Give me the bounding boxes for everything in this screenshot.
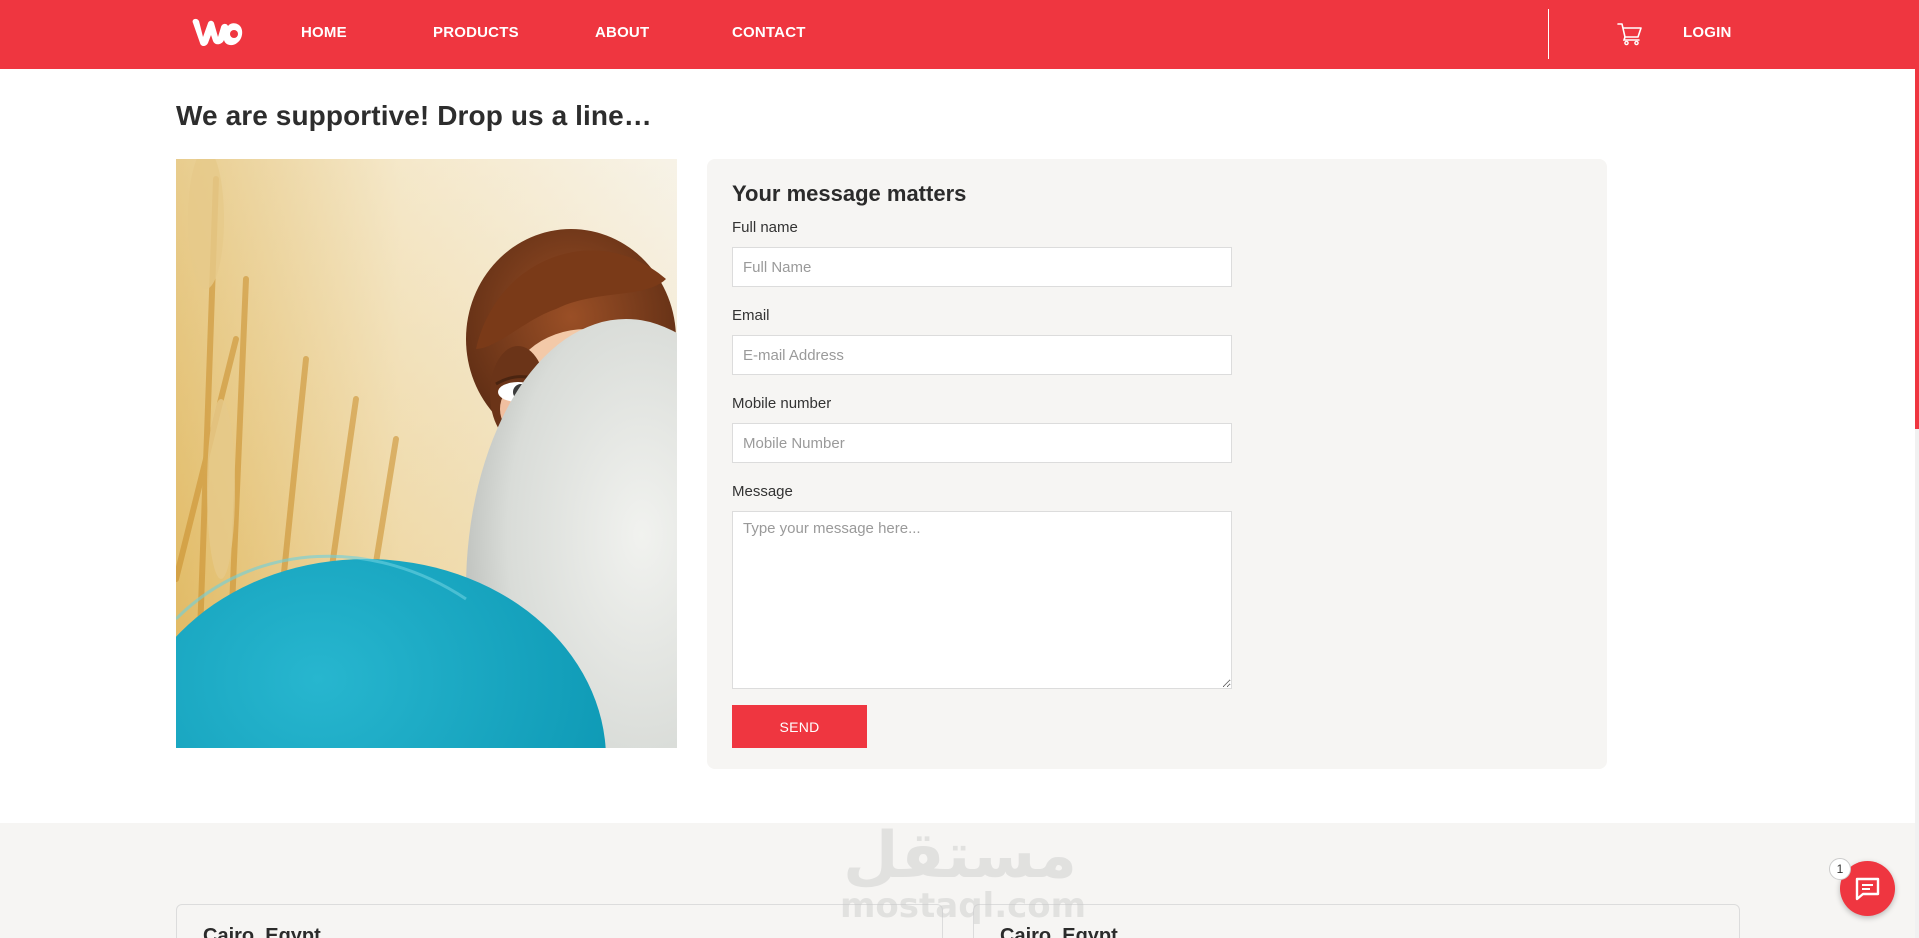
nav-products[interactable]: PRODUCTS: [433, 24, 519, 41]
scrollbar-thumb[interactable]: [1915, 69, 1919, 429]
location-title: Cairo, Egypt: [203, 925, 321, 938]
chat-icon: [1855, 877, 1880, 901]
watermark-arabic: مستقل: [842, 819, 1078, 893]
login-link[interactable]: LOGIN: [1683, 24, 1732, 41]
navbar: HOME PRODUCTS ABOUT CONTACT LOGIN: [0, 0, 1919, 69]
chat-badge: 1: [1829, 858, 1851, 880]
message-textarea[interactable]: [732, 511, 1232, 689]
nav-divider: [1548, 9, 1549, 59]
full-name-label: Full name: [732, 219, 798, 236]
cart-icon[interactable]: [1617, 22, 1643, 46]
full-name-input[interactable]: [732, 247, 1232, 287]
nav-about[interactable]: ABOUT: [595, 24, 649, 41]
contact-photo: [176, 159, 677, 748]
email-label: Email: [732, 307, 770, 324]
contact-form-card: Your message matters Full name Email Mob…: [707, 159, 1607, 769]
email-input[interactable]: [732, 335, 1232, 375]
form-title: Your message matters: [732, 181, 967, 206]
location-card: Cairo, Egypt: [176, 904, 943, 938]
brand-logo[interactable]: [189, 15, 245, 51]
page-title: We are supportive! Drop us a line…: [176, 100, 652, 131]
nav-home[interactable]: HOME: [301, 24, 347, 41]
send-button[interactable]: SEND: [732, 705, 867, 748]
location-card: Cairo, Egypt: [973, 904, 1740, 938]
mobile-label: Mobile number: [732, 395, 832, 412]
mobile-input[interactable]: [732, 423, 1232, 463]
message-label: Message: [732, 483, 793, 500]
nav-contact[interactable]: CONTACT: [732, 24, 806, 41]
page: HOME PRODUCTS ABOUT CONTACT LOGIN We are…: [0, 0, 1919, 938]
watermark-latin: mostaql.com: [840, 886, 1087, 926]
watermark: مستقل mostaql.com: [840, 819, 1087, 938]
